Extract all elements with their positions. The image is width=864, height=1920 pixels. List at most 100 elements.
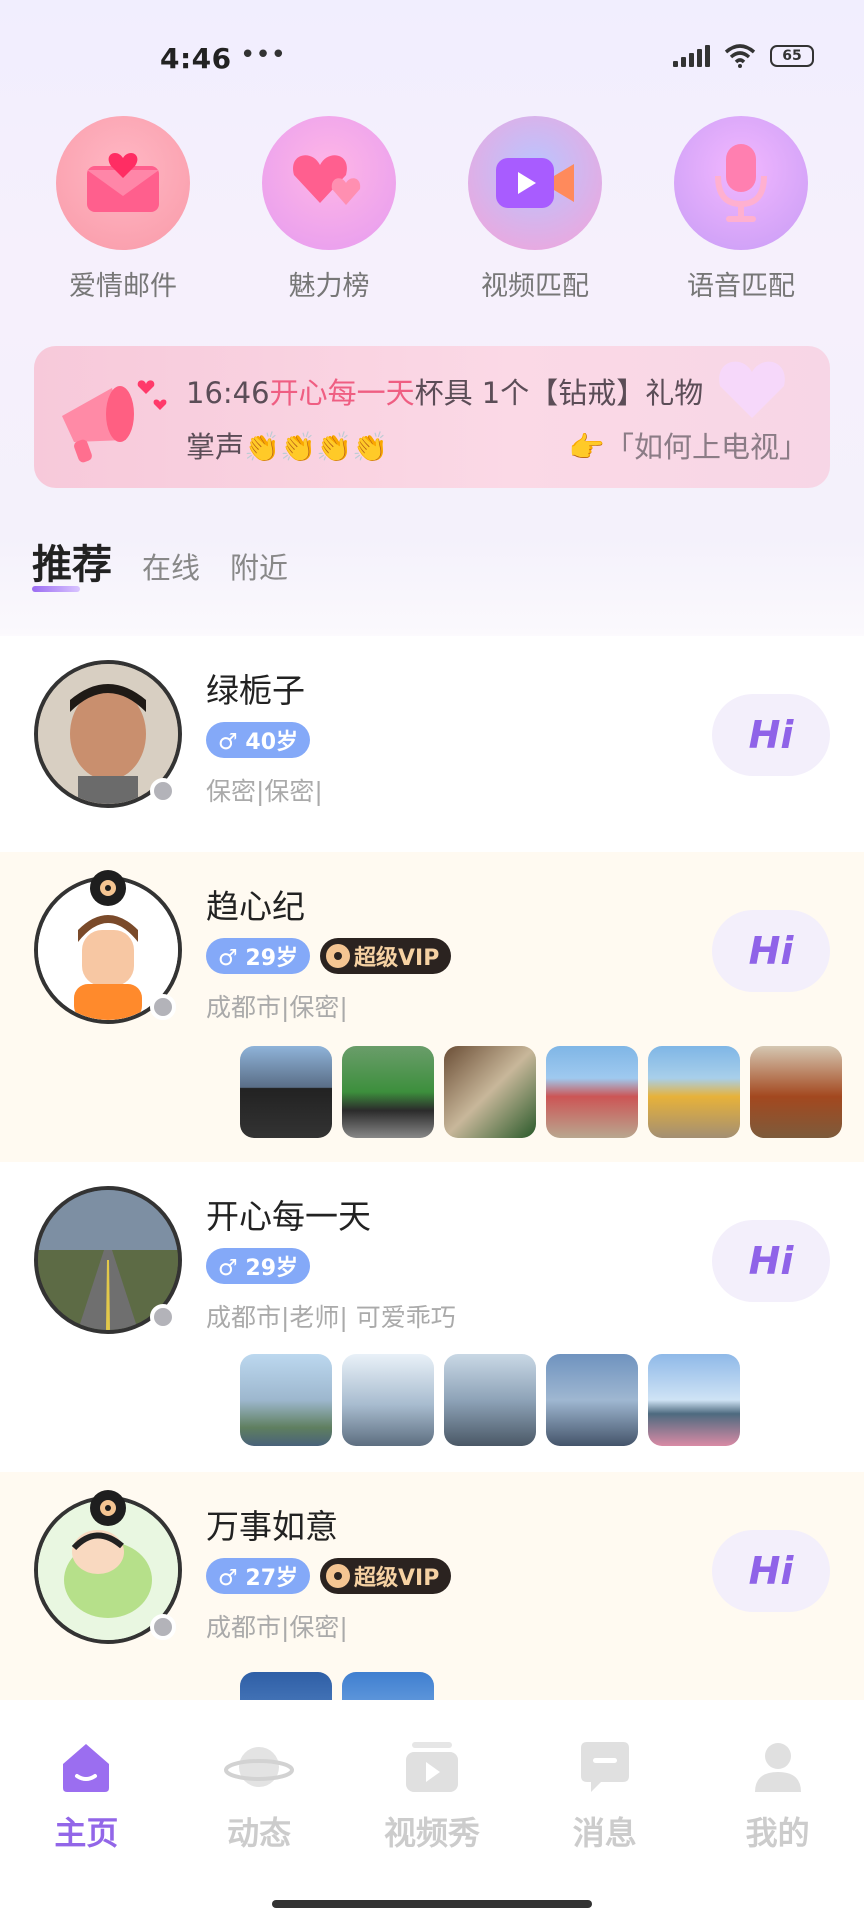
photo-strip [240,1046,842,1138]
banner-tv-link[interactable]: 👉「如何上电视」 [569,424,808,466]
home-icon [63,1744,110,1792]
offline-dot [150,994,176,1020]
vip-medal-icon [326,1564,350,1588]
photo-thumbnail[interactable] [648,1046,740,1138]
banner-line-1: 16:46开心每一天杯具 1个【钻戒】礼物 [186,370,703,412]
nav-label: 消息 [572,1814,637,1852]
vip-crown-icon [90,1490,126,1526]
photo-strip [240,1354,740,1446]
user-list: 绿栀子 ♂ 40岁 保密|保密| Hi 趋心纪 ♂ 29岁 超级VIP 成都市|… [0,636,864,1702]
hi-button[interactable]: Hi [712,694,830,776]
status-bar: 4:46 ••• 65 [0,0,864,120]
hi-button[interactable]: Hi [712,910,830,992]
user-name: 万事如意 [206,1507,338,1546]
nav-video-show[interactable]: 视频秀 [357,1740,507,1920]
photo-thumbnail[interactable] [240,1354,332,1446]
battery-icon: 65 [770,45,814,67]
hearts-icon [293,155,361,205]
vip-label: 超级VIP [354,946,440,971]
photo-thumbnail[interactable] [648,1354,740,1446]
offline-dot [150,778,176,804]
photo-thumbnail[interactable] [240,1046,332,1138]
message-icon [580,1742,629,1792]
photo-thumbnail[interactable] [240,1672,332,1702]
nav-home[interactable]: 主页 [11,1740,161,1920]
photo-strip [240,1672,434,1702]
avatar[interactable] [34,660,182,808]
age-badge: ♂ 40岁 [206,722,310,758]
microphone-icon [715,144,767,222]
megaphone-icon [62,380,167,463]
nav-label: 视频秀 [383,1814,480,1852]
quick-label: 语音匹配 [687,271,795,302]
user-card[interactable]: 趋心纪 ♂ 29岁 超级VIP 成都市|保密| Hi [0,852,864,1162]
banner-time: 16:46 [186,376,270,410]
vip-badge: 超级VIP [320,1558,452,1594]
banner-applause: 掌声👏👏👏👏 [186,430,389,464]
vip-label: 超级VIP [354,1566,440,1591]
hi-button[interactable]: Hi [712,1530,830,1612]
wifi-icon [724,44,756,68]
photo-thumbnail[interactable] [750,1046,842,1138]
photo-thumbnail[interactable] [546,1046,638,1138]
user-card[interactable]: 开心每一天 ♂ 29岁 成都市|老师| 可爱乖巧 Hi [0,1162,864,1472]
user-card[interactable]: 万事如意 ♂ 27岁 超级VIP 成都市|保密| Hi [0,1472,864,1702]
quick-label: 爱情邮件 [69,271,177,302]
quick-charm-rank[interactable]: 魅力榜 [239,116,419,303]
user-name: 趋心纪 [206,887,305,926]
offline-dot [150,1614,176,1640]
user-info: 成都市|老师| 可爱乖巧 [206,1303,456,1332]
nav-mine[interactable]: 我的 [703,1740,853,1920]
offline-dot [150,1304,176,1330]
quick-label: 视频匹配 [481,271,589,302]
home-indicator [272,1900,592,1908]
tab-nearby[interactable]: 附近 [230,545,288,587]
avatar[interactable] [34,1490,182,1644]
user-name: 绿栀子 [206,671,305,710]
user-info: 成都市|保密| [206,993,348,1022]
quick-love-mail[interactable]: 爱情邮件 [33,116,213,303]
banner-gift-text: 杯具 1个【钻戒】礼物 [414,376,704,410]
age-badge: ♂ 27岁 [206,1558,310,1594]
signal-icon [673,45,710,67]
photo-thumbnail[interactable] [546,1354,638,1446]
crystal-heart-icon [719,361,785,418]
vip-crown-icon [90,870,126,906]
user-name: 开心每一天 [206,1197,371,1236]
love-letter-icon [87,152,159,212]
photo-thumbnail[interactable] [342,1046,434,1138]
photo-thumbnail[interactable] [342,1672,434,1702]
list-tabs: 推荐 在线 附近 [32,532,288,592]
video-camera-icon [496,158,574,208]
status-time: 4:46 [160,42,232,75]
avatar[interactable] [34,1186,182,1334]
hi-button[interactable]: Hi [712,1220,830,1302]
age-badge: ♂ 29岁 [206,1248,310,1284]
quick-entries: 爱情邮件 魅力榜 视频匹配 语音匹配 [0,116,864,303]
nav-label: 我的 [745,1814,810,1852]
photo-thumbnail[interactable] [444,1046,536,1138]
quick-video-match[interactable]: 视频匹配 [445,116,625,303]
tab-recommend[interactable]: 推荐 [32,532,112,592]
nav-label: 动态 [227,1814,292,1852]
age-badge: ♂ 29岁 [206,938,310,974]
user-info: 保密|保密| [206,777,323,806]
photo-thumbnail[interactable] [444,1354,536,1446]
avatar[interactable] [34,870,182,1024]
user-card[interactable]: 绿栀子 ♂ 40岁 保密|保密| Hi [0,636,864,852]
quick-label: 魅力榜 [288,271,370,302]
tab-online[interactable]: 在线 [142,545,200,587]
nav-label: 主页 [54,1814,119,1852]
broadcast-banner[interactable]: 16:46开心每一天杯具 1个【钻戒】礼物 掌声👏👏👏👏 👉「如何上电视」 [34,346,830,488]
photo-thumbnail[interactable] [342,1354,434,1446]
planet-icon [224,1747,295,1787]
vip-medal-icon [326,944,350,968]
nav-feed[interactable]: 动态 [184,1740,334,1920]
banner-user[interactable]: 开心每一天 [270,376,415,410]
quick-voice-match[interactable]: 语音匹配 [651,116,831,303]
video-play-icon [405,1742,458,1792]
profile-icon [754,1743,801,1792]
user-info: 成都市|保密| [206,1613,348,1642]
nav-messages[interactable]: 消息 [530,1740,680,1920]
bottom-nav: 主页 动态 视频秀 消息 我的 [0,1700,864,1920]
